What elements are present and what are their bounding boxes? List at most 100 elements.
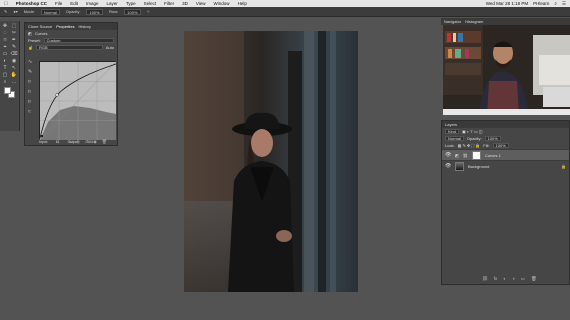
view-previous-icon[interactable]: ◎ xyxy=(76,139,80,144)
menu-image[interactable]: Image xyxy=(86,1,99,6)
layers-title[interactable]: Layers xyxy=(445,122,457,127)
brush-tool-icon[interactable]: ✎ xyxy=(4,9,7,14)
search-icon[interactable]: ⌕ xyxy=(554,1,557,6)
input-value[interactable]: 61 xyxy=(56,140,60,144)
target-adjust-icon[interactable]: ☝ xyxy=(28,45,33,50)
eye-icon[interactable]: 👁 xyxy=(445,163,451,169)
menu-app[interactable]: Photoshop CC xyxy=(16,1,47,6)
adjustment-icon: ◩ xyxy=(455,152,459,158)
mode-select[interactable]: Normal xyxy=(40,8,60,15)
eraser-tool-icon[interactable]: ⌫ xyxy=(10,51,18,57)
type-tool-icon[interactable]: T xyxy=(1,65,9,71)
eye-icon[interactable]: 👁 xyxy=(445,152,451,158)
visibility-icon[interactable]: ◉ xyxy=(93,139,97,144)
portrait-photo xyxy=(184,31,358,292)
username[interactable]: PHlearn xyxy=(533,1,549,6)
bookshelf xyxy=(445,31,481,75)
clip-layer-icon[interactable]: ⌂ xyxy=(69,139,71,144)
curves-title: Curves xyxy=(34,31,48,36)
opacity-field[interactable]: 100% xyxy=(86,8,103,15)
curves-graph[interactable] xyxy=(39,61,117,141)
layer-opacity-field[interactable]: 100% xyxy=(484,136,501,141)
menu-status: Wed Mar 28 1:18 PM PHlearn ⌕ ☰ xyxy=(486,1,566,7)
layer-mask-thumbnail[interactable] xyxy=(471,150,481,160)
blend-mode-select[interactable]: Normal xyxy=(445,136,464,141)
healing-tool-icon[interactable]: ⌖ xyxy=(1,44,9,50)
preset-select[interactable]: Custom xyxy=(43,38,114,43)
trash-icon[interactable]: 🗑 xyxy=(102,139,107,144)
brush-preset-picker[interactable]: ●▾ xyxy=(13,9,17,14)
menu-edit[interactable]: Edit xyxy=(70,1,78,6)
black-eyedropper-icon[interactable]: ⌑ xyxy=(28,79,37,85)
input-label: Input: xyxy=(39,140,48,144)
menu-3d[interactable]: 3D xyxy=(182,1,188,6)
curve-control-point[interactable] xyxy=(55,93,59,97)
white-eyedropper-icon[interactable]: ⌑ xyxy=(28,99,37,105)
layer-name[interactable]: Background xyxy=(468,164,489,169)
lasso-tool-icon[interactable]: ◌ xyxy=(1,30,9,36)
datetime: Wed Mar 28 1:18 PM xyxy=(485,1,529,6)
properties-footer: ⌂ ◎ ↺ ◉ 🗑 xyxy=(69,139,107,144)
marquee-tool-icon[interactable]: ⬚ xyxy=(10,23,18,29)
fill-label: Fill: xyxy=(483,143,490,148)
menu-select[interactable]: Select xyxy=(144,1,157,6)
layer-row-background[interactable]: 👁 Background 🔒 xyxy=(442,160,569,171)
point-edit-icon[interactable]: ∿ xyxy=(28,59,37,65)
smooth-icon[interactable]: ≈ xyxy=(28,109,37,115)
chain-icon[interactable]: ⛓ xyxy=(463,153,468,158)
stamp-tool-icon[interactable]: ▭ xyxy=(1,51,9,57)
zoom-tool-icon[interactable]: ⌕ xyxy=(1,79,9,85)
menu-help[interactable]: Help xyxy=(238,1,247,6)
pencil-edit-icon[interactable]: ✎ xyxy=(28,69,37,75)
curve-black-point[interactable] xyxy=(41,135,43,137)
fill-field[interactable]: 100% xyxy=(492,143,509,148)
trash-icon[interactable]: 🗑 xyxy=(531,276,537,282)
channel-select[interactable]: RGB xyxy=(35,45,103,50)
apple-menu-icon[interactable]:  xyxy=(4,1,8,7)
menu-view[interactable]: View xyxy=(196,1,206,6)
tab-history[interactable]: History xyxy=(78,24,90,29)
move-tool-icon[interactable]: ✥ xyxy=(1,23,9,29)
menu-layer[interactable]: Layer xyxy=(107,1,118,6)
gradient-tool-icon[interactable]: ◐ xyxy=(1,58,9,64)
brush-tool-icon[interactable]: ✎ xyxy=(10,44,18,50)
layer-name[interactable]: Curves 1 xyxy=(485,153,501,158)
tab-navigator[interactable]: Navigator xyxy=(444,19,461,24)
menu-file[interactable]: File xyxy=(55,1,62,6)
add-mask-icon[interactable]: ◐ xyxy=(503,276,506,282)
gray-eyedropper-icon[interactable]: ⌑ xyxy=(28,89,37,95)
filter-kind-select[interactable]: Kind xyxy=(445,129,460,134)
pen-tool-icon[interactable]: ✒ xyxy=(10,37,18,43)
list-icon[interactable]: ☰ xyxy=(562,1,566,7)
dodge-tool-icon[interactable]: ◉ xyxy=(10,58,18,64)
reset-icon[interactable]: ↺ xyxy=(85,139,88,144)
shape-tool-icon[interactable]: ▢ xyxy=(1,72,9,78)
menu-filter[interactable]: Filter xyxy=(164,1,174,6)
menu-window[interactable]: Window xyxy=(214,1,230,6)
airbrush-icon[interactable]: ✧ xyxy=(147,9,150,14)
layer-row-curves[interactable]: 👁 ◩ ⛓ Curves 1 xyxy=(442,149,569,160)
crop-tool-icon[interactable]: ✂ xyxy=(10,30,18,36)
menu-type[interactable]: Type xyxy=(126,1,136,6)
flow-field[interactable]: 100% xyxy=(124,8,141,15)
path-select-tool-icon[interactable]: ↖ xyxy=(10,65,18,71)
more-tools-icon[interactable]: … xyxy=(10,79,18,85)
lock-icons[interactable]: ▦ ✎ ✥ ⛶ 🔒 xyxy=(458,143,481,148)
foreground-color-swatch[interactable] xyxy=(4,87,11,94)
link-layers-icon[interactable]: ⛓ xyxy=(482,276,488,282)
new-layer-icon[interactable]: ▭ xyxy=(521,276,525,282)
hand-tool-icon[interactable]: ✋ xyxy=(10,72,18,78)
channel-row: ☝ RGB Auto xyxy=(25,44,117,51)
tab-properties[interactable]: Properties xyxy=(56,24,74,29)
document-canvas[interactable] xyxy=(184,31,358,292)
tab-histogram[interactable]: Histogram xyxy=(465,19,483,24)
tab-clone-source[interactable]: Clone Source xyxy=(28,24,52,29)
eyedropper-tool-icon[interactable]: ⌑ xyxy=(1,37,9,43)
layer-thumbnail[interactable] xyxy=(455,161,464,171)
adjustment-layer-icon[interactable]: ◑ xyxy=(512,276,515,282)
filter-icons[interactable]: ▣ ◐ T ▭ ◫ xyxy=(462,129,483,134)
auto-button[interactable]: Auto xyxy=(106,45,114,50)
properties-title-row: ◩ Curves xyxy=(25,30,117,37)
fx-icon[interactable]: fx xyxy=(494,276,498,282)
curves-graph-svg xyxy=(39,61,117,141)
